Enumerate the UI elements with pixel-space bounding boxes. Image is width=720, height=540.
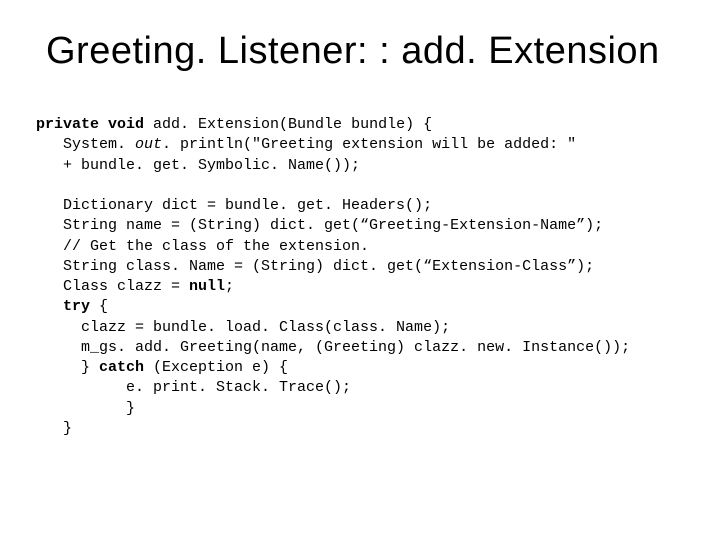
code-text: m_gs. add. Greeting(name, (Greeting) cla… — [36, 339, 630, 356]
code-text: . println("Greeting extension will be ad… — [162, 136, 576, 153]
code-italic: out — [135, 136, 162, 153]
code-text: // Get the class of the extension. — [36, 238, 369, 255]
code-text: { — [90, 298, 108, 315]
code-text: (Exception e) { — [144, 359, 288, 376]
code-keyword: null — [189, 278, 225, 295]
code-text: String name = (String) dict. get(“Greeti… — [36, 217, 603, 234]
code-text: } — [36, 359, 99, 376]
code-text: ; — [225, 278, 234, 295]
code-text: Class clazz = — [36, 278, 189, 295]
slide-title: Greeting. Listener: : add. Extension — [46, 30, 684, 73]
code-text: Dictionary dict = bundle. get. Headers()… — [36, 197, 432, 214]
code-keyword: try — [63, 298, 90, 315]
code-block: private void add. Extension(Bundle bundl… — [36, 115, 684, 439]
code-text: add. Extension(Bundle bundle) { — [144, 116, 432, 133]
code-text: String class. Name = (String) dict. get(… — [36, 258, 594, 275]
code-keyword: catch — [99, 359, 144, 376]
code-text: } — [36, 420, 72, 437]
code-keyword: private void — [36, 116, 144, 133]
code-text: + bundle. get. Symbolic. Name()); — [36, 157, 360, 174]
code-text: e. print. Stack. Trace(); — [36, 379, 351, 396]
code-text: System. — [36, 136, 135, 153]
slide: Greeting. Listener: : add. Extension pri… — [0, 0, 720, 540]
code-text: } — [36, 400, 135, 417]
code-text — [36, 298, 63, 315]
code-text: clazz = bundle. load. Class(class. Name)… — [36, 319, 450, 336]
